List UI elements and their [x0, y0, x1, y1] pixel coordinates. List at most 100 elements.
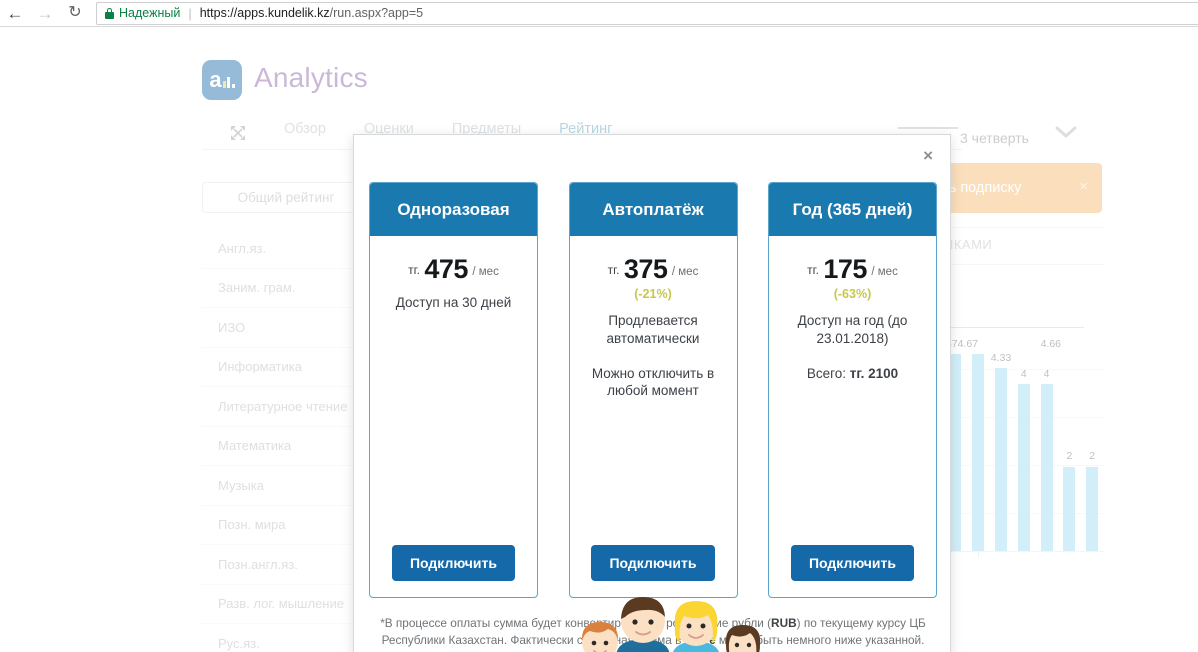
- app-logo: a: [202, 60, 242, 100]
- plan-title: Одноразовая: [397, 199, 510, 219]
- plan-price: тг. 175 / мес: [778, 256, 927, 283]
- chart-bar-group: 4.33: [990, 327, 1013, 552]
- quarter-selector-label[interactable]: 3 четверть: [960, 130, 1029, 146]
- chart-bar: [994, 368, 1007, 552]
- list-item[interactable]: Разв. лог. мышление: [202, 585, 370, 624]
- chart-axis: [944, 551, 1104, 552]
- plan-amount: 475: [424, 254, 468, 284]
- plan-total-value: тг. 2100: [849, 365, 899, 381]
- plan-header: Автоплатёж: [569, 183, 737, 236]
- plan-header: Год (365 дней): [769, 183, 936, 236]
- plan-amount: 375: [623, 254, 668, 284]
- chart-bar-label: 4: [1020, 368, 1027, 380]
- subscription-modal: × Одноразовая тг. 475 / мес Доступ на 30…: [353, 134, 951, 652]
- plan-period: / мес: [472, 266, 499, 278]
- list-item[interactable]: Позн.англ.яз.: [202, 545, 370, 585]
- rating-bar-chart: 674.67 4.66 4.33 4 4 2 2: [944, 307, 1104, 558]
- plan-cards: Одноразовая тг. 475 / мес Доступ на 30 д…: [369, 182, 937, 598]
- list-item[interactable]: Рус.яз.: [202, 624, 370, 652]
- plan-card-year: Год (365 дней) тг. 175 / мес (-63%) Дост…: [768, 182, 937, 598]
- chart-bar: [949, 354, 962, 552]
- tab-obzor[interactable]: Обзор: [284, 121, 326, 146]
- url-host: https://apps.kundelik.kz: [199, 6, 330, 20]
- plan-total-label: Всего:: [806, 365, 846, 381]
- plan-title: Год (365 дней): [792, 199, 913, 219]
- plan-body: тг. 475 / мес Доступ на 30 дней: [370, 236, 537, 528]
- family-illustration: [572, 585, 772, 652]
- plan-card-autopay: Автоплатёж тг. 375 / мес (-21%) Продлева…: [568, 182, 738, 598]
- plan-total: Всего: тг. 2100: [778, 366, 927, 381]
- section-heading: ИКАМИ: [944, 237, 993, 252]
- list-item[interactable]: ИЗО: [202, 308, 370, 348]
- plan-price: тг. 475 / мес: [379, 256, 528, 283]
- plan-footer: Подключить: [769, 528, 936, 597]
- plan-body: тг. 375 / мес (-21%) Продлевается автома…: [570, 236, 737, 528]
- security-label: Надежный: [119, 6, 181, 20]
- plan-discount: (-21%): [634, 287, 672, 301]
- lock-icon: [105, 7, 114, 19]
- logo-letter: a: [209, 67, 222, 92]
- chart-bar: [972, 354, 985, 552]
- list-item[interactable]: Математика: [202, 427, 370, 466]
- chart-bar-label: 4: [1043, 368, 1050, 380]
- plan-title: Автоплатёж: [602, 199, 704, 219]
- chart-bar: [1086, 467, 1099, 552]
- list-item[interactable]: Литературное чтение: [202, 387, 370, 427]
- chart-bar-group: 2: [1058, 327, 1081, 552]
- subject-list: Англ.яз. Заним. грам. ИЗО Информатика Ли…: [202, 229, 370, 652]
- chevron-down-icon[interactable]: [1055, 125, 1077, 144]
- expand-arrows-icon[interactable]: [230, 125, 246, 141]
- chart-bar-label: 2: [1089, 450, 1096, 462]
- plan-discount: (-63%): [833, 287, 872, 301]
- plan-card-one-time: Одноразовая тг. 475 / мес Доступ на 30 д…: [369, 182, 538, 598]
- chart-bar-group: 4.66: [967, 327, 1061, 552]
- omnibox-separator: |: [188, 5, 192, 21]
- divider: [944, 227, 1104, 228]
- close-icon[interactable]: ×: [1079, 178, 1088, 195]
- plan-currency: тг.: [408, 263, 420, 277]
- chart-bar-group: 4: [1035, 327, 1058, 552]
- forward-icon[interactable]: →: [30, 0, 60, 26]
- footnote-currency-rub: RUB: [771, 616, 797, 630]
- plan-header: Одноразовая: [370, 183, 537, 236]
- list-item[interactable]: Заним. грам.: [202, 269, 370, 308]
- plan-currency: тг.: [607, 263, 620, 277]
- plan-amount: 175: [823, 254, 867, 284]
- overall-rating-button[interactable]: Общий рейтинг: [202, 182, 370, 213]
- plan-description: Продлевается автоматически: [606, 313, 700, 346]
- page-content: a Analytics Обзор Оценки Предметы Рейтин…: [0, 27, 1198, 652]
- plan-period: / мес: [871, 266, 898, 278]
- chart-bar-group: 4: [1012, 327, 1035, 552]
- plan-price: тг. 375 / мес: [579, 256, 728, 283]
- chart-bar: [1017, 384, 1030, 552]
- url-bar[interactable]: Надежный | https://apps.kundelik.kz/run.…: [96, 1, 1198, 25]
- url-path: /run.aspx?app=5: [329, 6, 424, 20]
- divider: [898, 127, 958, 129]
- back-icon[interactable]: ←: [0, 0, 30, 26]
- plan-currency: тг.: [807, 263, 819, 277]
- plan-period: / мес: [671, 266, 699, 278]
- plan-description: Доступ на год (до 23.01.2018): [797, 313, 908, 346]
- chart-bar-group: 2: [1081, 327, 1104, 552]
- connect-button[interactable]: Подключить: [591, 544, 715, 581]
- browser-toolbar: ← → ↻ Надежный | https://apps.kundelik.k…: [0, 0, 1198, 27]
- plan-description-secondary: Можно отключить в любой момент: [591, 365, 715, 399]
- bar-chart-icon: [222, 73, 235, 88]
- chart-bar-label: 4.33: [990, 352, 1012, 364]
- plan-description: Доступ на 30 дней: [395, 295, 512, 310]
- connect-button[interactable]: Подключить: [790, 544, 914, 581]
- reload-icon[interactable]: ↻: [60, 0, 90, 26]
- page-title: Analytics: [254, 62, 368, 93]
- list-item[interactable]: Информатика: [202, 348, 370, 387]
- close-icon[interactable]: ×: [923, 147, 933, 164]
- chart-bars: 674.67 4.66 4.33 4 4 2 2: [944, 327, 1104, 552]
- plan-footer: Подключить: [370, 528, 537, 597]
- connect-button[interactable]: Подключить: [391, 544, 515, 581]
- list-item[interactable]: Позн. мира: [202, 506, 370, 545]
- chart-bar: [1040, 384, 1053, 552]
- plan-body: тг. 175 / мес (-63%) Доступ на год (до 2…: [769, 236, 936, 528]
- divider: [944, 264, 1104, 265]
- chart-bar-label: 2: [1066, 450, 1073, 462]
- list-item[interactable]: Музыка: [202, 466, 370, 506]
- list-item[interactable]: Англ.яз.: [202, 229, 370, 269]
